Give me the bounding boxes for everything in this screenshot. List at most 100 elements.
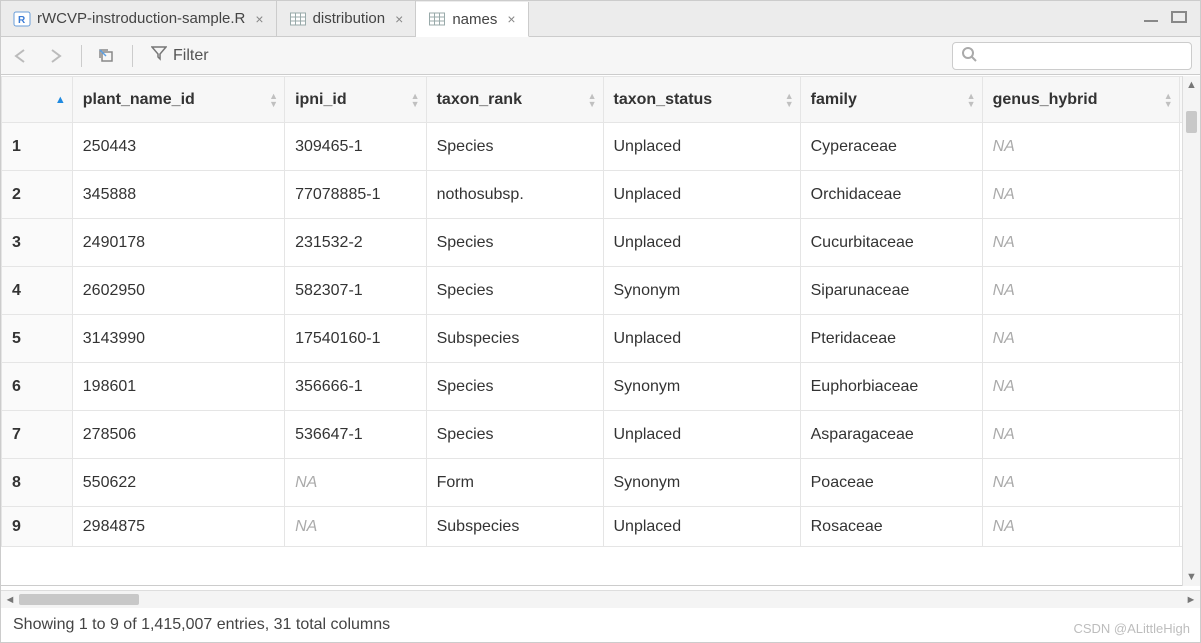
na-value: NA [993, 330, 1015, 347]
cell-family: Siparunaceae [800, 267, 982, 315]
filter-button[interactable]: Filter [145, 43, 215, 68]
table-row[interactable]: 7278506536647-1SpeciesUnplacedAsparagace… [2, 411, 1200, 459]
toolbar: Filter [1, 37, 1200, 75]
na-value: NA [993, 138, 1015, 155]
separator [81, 45, 82, 67]
maximize-icon[interactable] [1170, 10, 1190, 27]
cell-ipni-id: 536647-1 [285, 411, 427, 459]
col-taxon-status[interactable]: taxon_status▲▼ [603, 77, 800, 123]
tab-r-script[interactable]: R rWCVP-instroduction-sample.R × [1, 1, 277, 36]
close-icon[interactable]: × [395, 11, 403, 27]
horizontal-scrollbar[interactable]: ◄ ► [1, 590, 1200, 608]
na-value: NA [993, 426, 1015, 443]
na-value: NA [993, 378, 1015, 395]
cell-taxon-rank: Subspecies [426, 315, 603, 363]
rownum-cell: 2 [2, 171, 73, 219]
cell-plant-name-id: 2984875 [72, 507, 284, 547]
cell-ipni-id: NA [285, 459, 427, 507]
sort-icon[interactable]: ▲▼ [1164, 92, 1173, 108]
na-value: NA [993, 518, 1015, 535]
table-row[interactable]: 8550622NAFormSynonymPoaceaeNA [2, 459, 1200, 507]
forward-button[interactable] [43, 43, 69, 69]
table-row[interactable]: 234588877078885-1nothosubsp.UnplacedOrch… [2, 171, 1200, 219]
tab-label: names [452, 11, 497, 28]
tab-label: rWCVP-instroduction-sample.R [37, 10, 245, 27]
popout-button[interactable] [94, 43, 120, 69]
table-row[interactable]: 5314399017540160-1SubspeciesUnplacedPter… [2, 315, 1200, 363]
search-box[interactable] [952, 42, 1192, 70]
watermark: CSDN @ALittleHigh [1073, 621, 1190, 636]
scroll-up-icon[interactable]: ▲ [1183, 76, 1200, 94]
cell-family: Euphorbiaceae [800, 363, 982, 411]
cell-taxon-status: Unplaced [603, 411, 800, 459]
vscroll-thumb[interactable] [1186, 111, 1197, 133]
cell-genus-hybrid: NA [982, 459, 1179, 507]
col-taxon-rank[interactable]: taxon_rank ▲▼ [426, 77, 603, 123]
col-label: plant_name_id [83, 91, 195, 108]
sort-icon[interactable]: ▲▼ [269, 92, 278, 108]
rownum-cell: 3 [2, 219, 73, 267]
hscroll-track[interactable] [19, 591, 1182, 608]
cell-family: Orchidaceae [800, 171, 982, 219]
table-row[interactable]: 1250443309465-1SpeciesUnplacedCyperaceae… [2, 123, 1200, 171]
close-icon[interactable]: × [507, 11, 515, 27]
rownum-cell: 8 [2, 459, 73, 507]
cell-plant-name-id: 550622 [72, 459, 284, 507]
rownum-cell: 5 [2, 315, 73, 363]
sort-icon[interactable]: ▲▼ [411, 92, 420, 108]
cell-genus-hybrid: NA [982, 507, 1179, 547]
scroll-left-icon[interactable]: ◄ [1, 594, 19, 606]
col-genus-hybrid[interactable]: genus_hybrid ▲▼ [982, 77, 1179, 123]
rownum-header[interactable]: ▲ [2, 77, 73, 123]
funnel-icon [151, 45, 167, 66]
filter-label: Filter [173, 47, 209, 65]
col-label: taxon_rank [437, 91, 522, 108]
cell-taxon-rank: nothosubsp. [426, 171, 603, 219]
hscroll-thumb[interactable] [19, 594, 139, 605]
sort-icon[interactable]: ▲▼ [588, 92, 597, 108]
r-script-icon: R [13, 10, 31, 28]
col-label: genus_hybrid [993, 91, 1098, 108]
scroll-down-icon[interactable]: ▼ [1183, 568, 1200, 586]
cell-taxon-rank: Subspecies [426, 507, 603, 547]
scroll-right-icon[interactable]: ► [1182, 594, 1200, 606]
table-viewport: ▲ plant_name_id▲▼ ipni_id▲▼ taxon_rank▲▼… [1, 76, 1200, 586]
tab-label: distribution [313, 10, 386, 27]
cell-family: Rosaceae [800, 507, 982, 547]
back-button[interactable] [9, 43, 35, 69]
cell-family: Poaceae [800, 459, 982, 507]
cell-genus-hybrid: NA [982, 123, 1179, 171]
cell-ipni-id: 356666-1 [285, 363, 427, 411]
col-label: ipni_id [295, 91, 347, 108]
cell-taxon-rank: Species [426, 123, 603, 171]
cell-taxon-status: Synonym [603, 459, 800, 507]
sort-icon[interactable]: ▲▼ [785, 92, 794, 108]
tab-names[interactable]: names × [416, 2, 528, 37]
cell-plant-name-id: 2602950 [72, 267, 284, 315]
table-row[interactable]: 42602950582307-1SpeciesSynonymSiparunace… [2, 267, 1200, 315]
cell-plant-name-id: 2490178 [72, 219, 284, 267]
status-bar: Showing 1 to 9 of 1,415,007 entries, 31 … [1, 608, 1200, 642]
col-ipni-id[interactable]: ipni_id ▲▼ [285, 77, 427, 123]
close-icon[interactable]: × [255, 11, 263, 27]
data-table: ▲ plant_name_id ▲▼ ipni_id ▲▼ taxon_rank ▲▼… [1, 76, 1200, 547]
search-input[interactable] [983, 48, 1183, 64]
rownum-cell: 1 [2, 123, 73, 171]
cell-taxon-status: Unplaced [603, 123, 800, 171]
tab-distribution[interactable]: distribution × [277, 1, 417, 36]
rownum-cell: 6 [2, 363, 73, 411]
col-family[interactable]: family▲▼ [800, 77, 982, 123]
table-row[interactable]: 6198601356666-1SpeciesSynonymEuphorbiace… [2, 363, 1200, 411]
table-row[interactable]: 32490178231532-2SpeciesUnplacedCucurbita… [2, 219, 1200, 267]
cell-genus-hybrid: NA [982, 171, 1179, 219]
rownum-cell: 7 [2, 411, 73, 459]
cell-taxon-rank: Species [426, 411, 603, 459]
cell-taxon-rank: Species [426, 363, 603, 411]
minimize-icon[interactable] [1142, 10, 1162, 27]
table-row[interactable]: 92984875NASubspeciesUnplacedRosaceaeNA [2, 507, 1200, 547]
col-plant-name-id[interactable]: plant_name_id ▲▼ [72, 77, 284, 123]
cell-taxon-rank: Species [426, 267, 603, 315]
vertical-scrollbar[interactable]: ▲ ▼ [1182, 76, 1200, 586]
sort-asc-icon[interactable]: ▲ [55, 96, 66, 104]
sort-icon[interactable]: ▲▼ [967, 92, 976, 108]
